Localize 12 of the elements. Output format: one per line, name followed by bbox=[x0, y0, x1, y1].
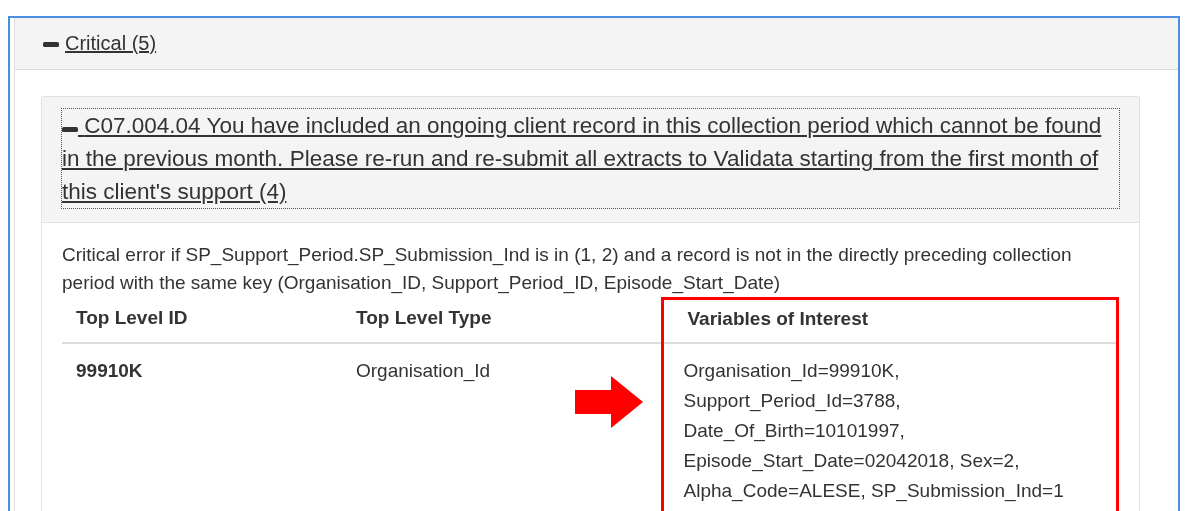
table-cell: Organisation_Id bbox=[356, 360, 491, 381]
arrow-icon bbox=[574, 376, 643, 428]
table-cell: Organisation_Id=99910K, Support_Period_Id=3788, Date_Of_Birth=10101997, Episode_Start_Date=02042018, Sex=2, Alpha_Code=ALESE, SP_Submission_Ind=1 bbox=[683, 360, 1064, 501]
table-cell: 99910K bbox=[76, 360, 143, 381]
column-header: Variables of Interest bbox=[662, 298, 1118, 343]
column-header: Top Level Type bbox=[342, 298, 662, 343]
error-description: Critical error if SP_Support_Period.SP_Submission_Ind is in (1, 2) and a record is not in the directly preceding collection period with the same key (Organisation_ID, Support_Period_ID, Episode_Start_Date) bbox=[62, 243, 1073, 296]
minus-icon bbox=[43, 39, 59, 48]
minus-icon bbox=[62, 125, 78, 133]
error-toggle[interactable]: C07.004.04 You have included an ongoing client record in this collection period which cannot be found in the previous month. Please re-run and re-submit all extracts to Validata starting from the first month of this client's support (4) bbox=[62, 109, 1119, 208]
column-header: Top Level ID bbox=[62, 298, 342, 343]
section-toggle[interactable]: Critical (5) bbox=[43, 32, 157, 55]
